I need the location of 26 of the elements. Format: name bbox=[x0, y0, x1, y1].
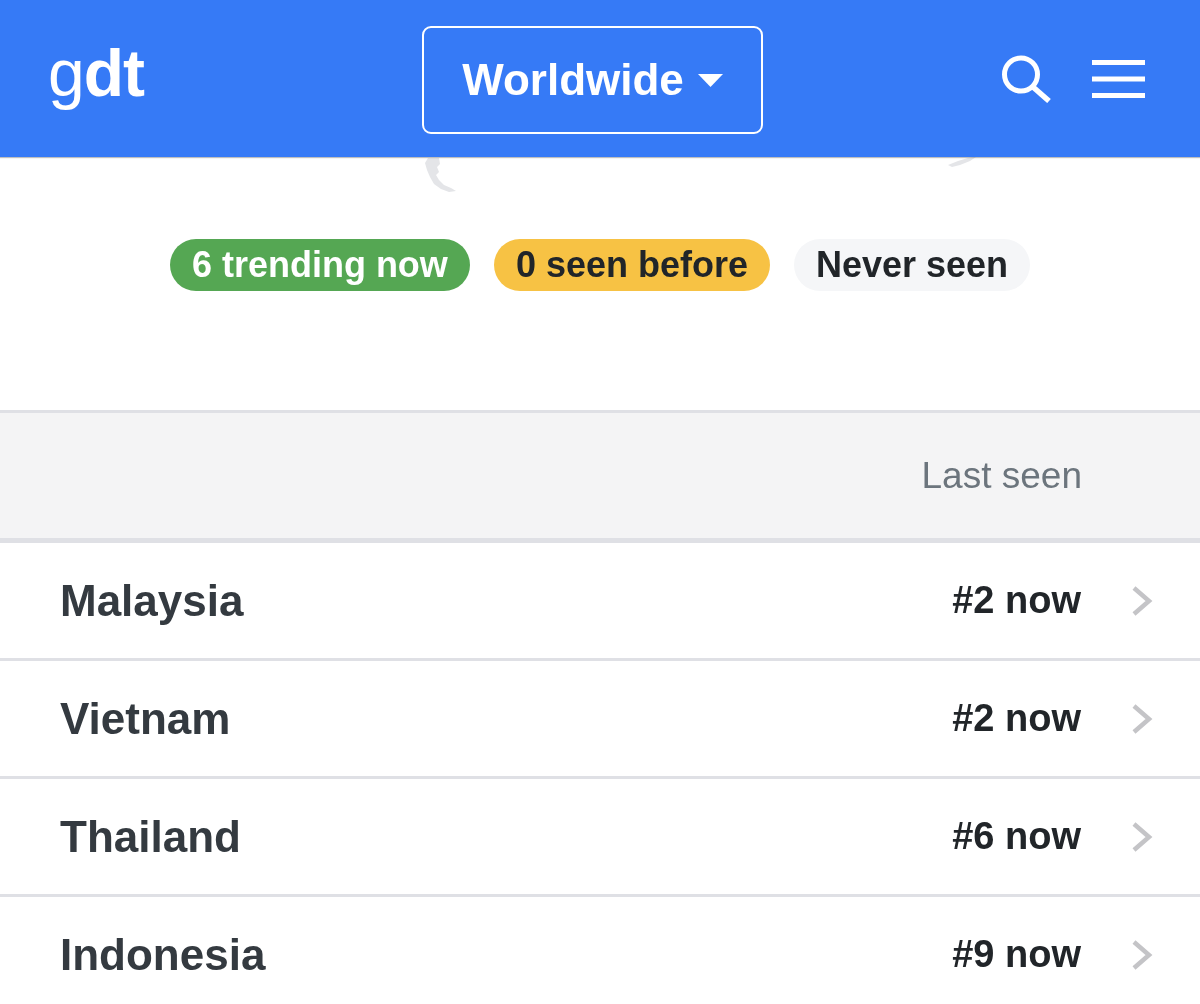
last-seen-value: #2 now bbox=[952, 579, 1081, 622]
chevron-icon bbox=[1131, 703, 1153, 734]
country-name: Indonesia bbox=[60, 929, 266, 980]
caret-icon bbox=[697, 74, 723, 87]
legend-badge: 6 trending now bbox=[169, 239, 470, 291]
chevron-icon bbox=[1131, 821, 1153, 852]
legend-badge: Never seen bbox=[794, 239, 1031, 291]
country-name: Malaysia bbox=[60, 575, 244, 626]
last-seen-value: #2 now bbox=[952, 697, 1081, 740]
country-row[interactable]: Vietnam #2 now bbox=[0, 661, 1200, 779]
country-name: Vietnam bbox=[60, 693, 231, 744]
last-seen-value: #9 now bbox=[952, 933, 1081, 976]
legend-badge: 0 seen before bbox=[493, 239, 770, 291]
country-row[interactable]: Indonesia #9 now bbox=[0, 897, 1200, 1004]
menu-icon[interactable] bbox=[1092, 59, 1145, 98]
chevron-icon bbox=[1131, 939, 1153, 970]
map-land-drawing bbox=[948, 157, 976, 167]
country-row[interactable]: Malaysia #2 now bbox=[0, 543, 1200, 661]
search-icon[interactable] bbox=[1000, 54, 1052, 103]
map-land-drawing bbox=[425, 158, 457, 192]
region-dropdown[interactable]: Worldwide bbox=[422, 25, 763, 134]
chevron-icon bbox=[1131, 585, 1153, 616]
country-name: Thailand bbox=[60, 811, 241, 862]
last-seen-value: #6 now bbox=[952, 815, 1081, 858]
column-header: Last seen bbox=[921, 454, 1082, 497]
country-row[interactable]: Thailand #6 now bbox=[0, 779, 1200, 897]
